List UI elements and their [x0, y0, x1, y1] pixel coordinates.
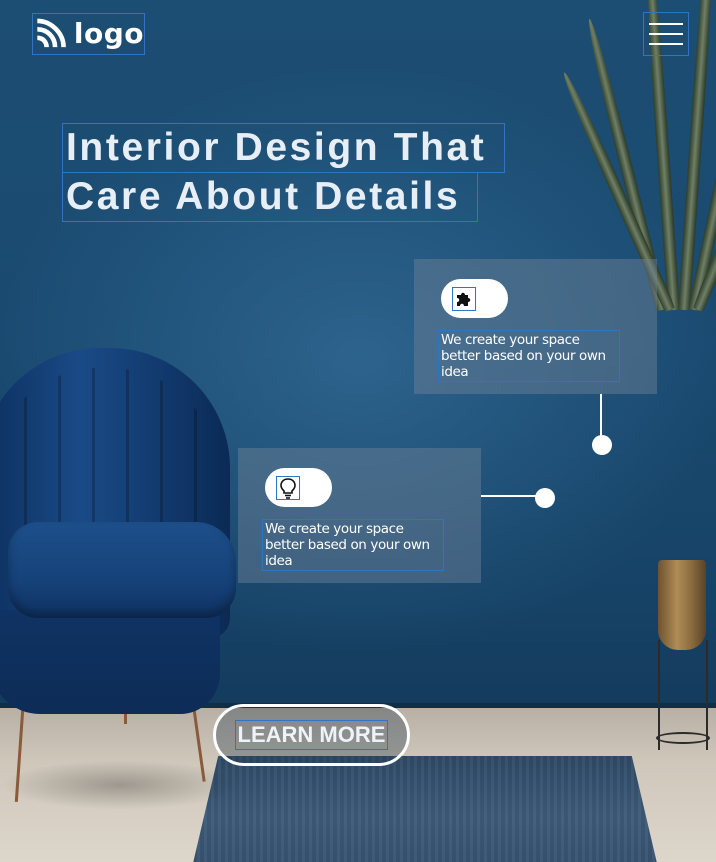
hamburger-menu-icon	[649, 23, 683, 25]
area-rug	[190, 756, 660, 862]
hero-page: logo Interior Design That Care About Det…	[0, 0, 716, 862]
learn-more-button[interactable]: LEARN MORE	[213, 704, 410, 766]
feature-card-2: We create your space better based on you…	[238, 448, 481, 583]
connector-line	[600, 394, 602, 438]
learn-more-label: LEARN MORE	[234, 720, 389, 750]
rss-feed-icon	[37, 18, 66, 48]
potted-plant-image	[558, 0, 716, 750]
feature-card-1: We create your space better based on you…	[414, 259, 657, 394]
lightbulb-icon	[276, 475, 300, 500]
feature-description: We create your space better based on you…	[262, 519, 444, 571]
feature-description: We create your space better based on you…	[438, 330, 620, 382]
logo-text: logo	[73, 17, 144, 50]
puzzle-piece-icon	[452, 286, 476, 311]
feature-icon-pill	[265, 468, 332, 507]
feature-icon-pill	[441, 279, 508, 318]
connector-line	[481, 495, 539, 497]
connector-dot	[592, 435, 612, 455]
logo-link[interactable]: logo	[32, 13, 145, 55]
hamburger-menu-button[interactable]	[643, 12, 689, 56]
hero-title-line-1: Interior Design That	[62, 123, 505, 173]
hero-title: Interior Design That Care About Details	[62, 123, 505, 222]
hero-title-line-2: Care About Details	[62, 173, 478, 222]
connector-dot	[535, 488, 555, 508]
